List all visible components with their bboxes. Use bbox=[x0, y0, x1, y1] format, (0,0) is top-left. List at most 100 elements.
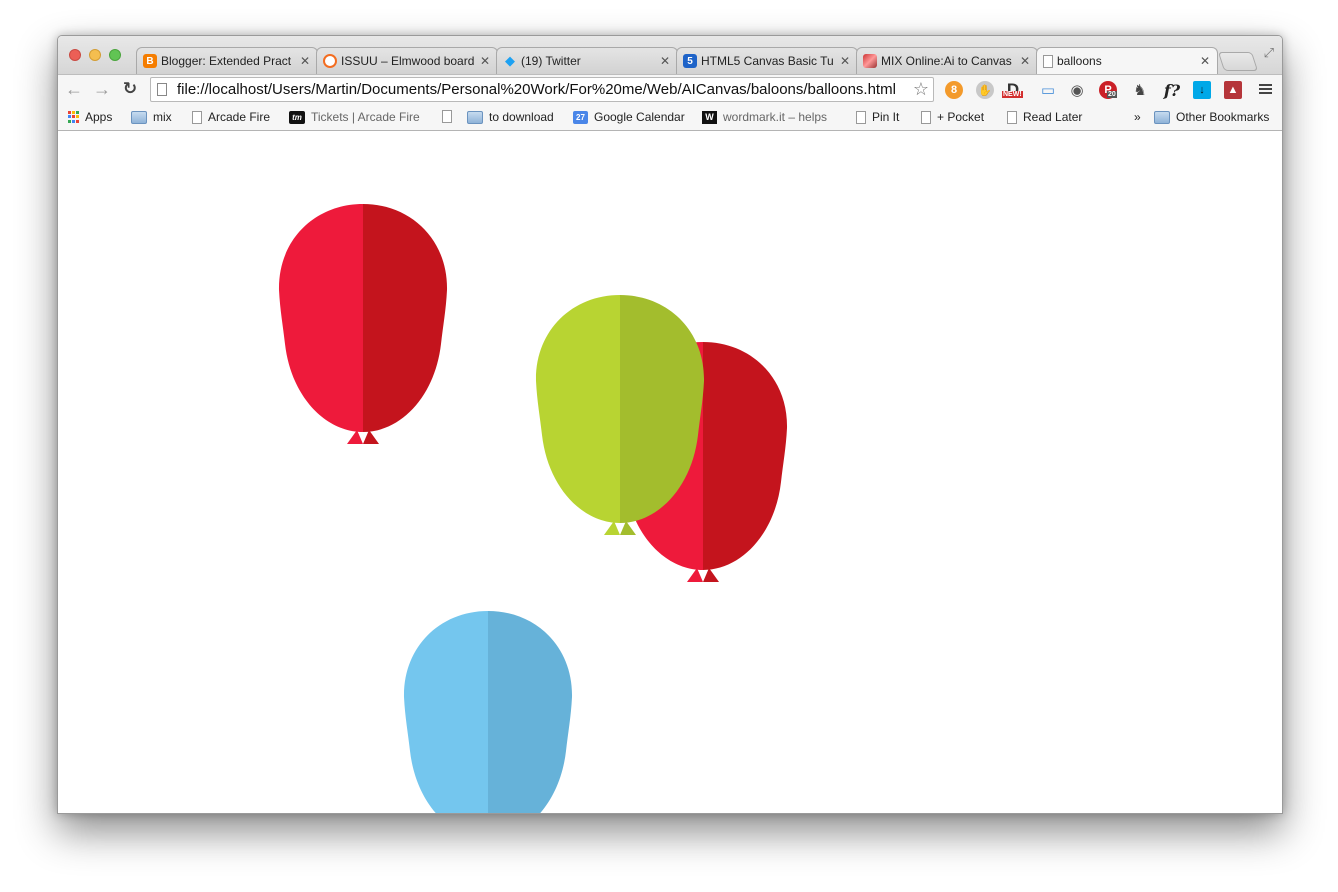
bookmark-pin-it[interactable]: Pin It bbox=[856, 110, 899, 124]
tab-twitter[interactable]: ◆ (19) Twitter ✕ bbox=[496, 47, 678, 74]
balloon-blue bbox=[403, 611, 573, 813]
balloon-knot-left bbox=[687, 568, 703, 582]
bookmark-label: + Pocket bbox=[937, 110, 985, 124]
issuu-icon bbox=[323, 54, 337, 68]
page-icon bbox=[856, 110, 866, 124]
bookmark-arcade-fire[interactable]: Arcade Fire bbox=[192, 110, 270, 124]
bookmark-folder-to-download[interactable]: to download bbox=[467, 110, 554, 124]
extension-pinterest-icon[interactable]: P 20 bbox=[1099, 81, 1117, 99]
browser-window: B Blogger: Extended Pract ✕ ISSUU – Elmw… bbox=[57, 35, 1283, 814]
extension-orange-icon[interactable]: 8 bbox=[945, 81, 963, 99]
bookmark-label: Google Calendar bbox=[594, 110, 685, 124]
menu-icon[interactable] bbox=[1259, 82, 1272, 96]
apps-grid-icon bbox=[67, 110, 79, 124]
window-controls bbox=[69, 49, 121, 61]
zoom-window-button[interactable] bbox=[109, 49, 121, 61]
balloon-knot-right bbox=[620, 521, 636, 535]
balloon-knot-left bbox=[604, 521, 620, 535]
balloon-knot-left bbox=[347, 430, 363, 444]
tab-title: balloons bbox=[1057, 54, 1102, 68]
new-badge: NEW! bbox=[1002, 91, 1023, 98]
bookmark-star-icon[interactable]: ☆ bbox=[913, 79, 929, 100]
tab-title: (19) Twitter bbox=[521, 54, 581, 68]
tab-title: Blogger: Extended Pract bbox=[161, 54, 292, 68]
twitter-icon: ◆ bbox=[505, 53, 515, 68]
bookmark-label: Arcade Fire bbox=[208, 110, 271, 124]
extension-download-icon[interactable]: ↓ bbox=[1193, 81, 1211, 99]
tab-title: ISSUU – Elmwood board bbox=[341, 54, 475, 68]
tab-strip: B Blogger: Extended Pract ✕ ISSUU – Elmw… bbox=[58, 36, 1282, 74]
tab-issuu[interactable]: ISSUU – Elmwood board ✕ bbox=[316, 47, 498, 74]
tab-balloons[interactable]: balloons ✕ bbox=[1036, 47, 1218, 74]
blogger-icon: B bbox=[143, 54, 157, 68]
page-icon bbox=[192, 110, 202, 124]
extension-d-new-icon[interactable]: D NEW! bbox=[1002, 80, 1023, 99]
page-canvas bbox=[58, 131, 1282, 813]
reload-button[interactable]: ↻ bbox=[120, 79, 140, 99]
bookmark-label: wordmark.it – helps bbox=[723, 110, 828, 124]
bookmark-untitled[interactable] bbox=[442, 110, 458, 123]
tab-title: HTML5 Canvas Basic Tu bbox=[701, 54, 834, 68]
close-tab-icon[interactable]: ✕ bbox=[659, 54, 671, 68]
extension-hand-icon[interactable]: ✋ bbox=[976, 81, 994, 99]
bookmark-label: Apps bbox=[85, 110, 113, 124]
balloon-knot-right bbox=[703, 568, 719, 582]
tab-title: MIX Online:Ai to Canvas bbox=[881, 54, 1012, 68]
folder-icon bbox=[467, 110, 483, 124]
bookmark-label: Tickets | Arcade Fire bbox=[311, 110, 420, 124]
bookmark-pocket[interactable]: + Pocket bbox=[921, 110, 984, 124]
page-icon bbox=[1043, 54, 1053, 68]
bookmark-folder-mix[interactable]: mix bbox=[131, 110, 172, 124]
close-tab-icon[interactable]: ✕ bbox=[299, 54, 311, 68]
extension-font-icon[interactable]: f? bbox=[1161, 81, 1183, 100]
page-icon bbox=[1007, 110, 1017, 124]
bookmark-read-later[interactable]: Read Later bbox=[1007, 110, 1082, 124]
bookmark-label: Pin It bbox=[872, 110, 900, 124]
tab-mix-online[interactable]: MIX Online:Ai to Canvas ✕ bbox=[856, 47, 1038, 74]
tab-html5-canvas[interactable]: 5 HTML5 Canvas Basic Tu ✕ bbox=[676, 47, 858, 74]
calendar-icon: 27 bbox=[573, 110, 588, 124]
new-tab-button[interactable] bbox=[1217, 52, 1259, 71]
bookmark-wordmark[interactable]: W wordmark.it – helps bbox=[702, 110, 835, 124]
page-icon bbox=[442, 110, 452, 123]
close-tab-icon[interactable]: ✕ bbox=[1199, 54, 1211, 68]
bookmark-label: mix bbox=[153, 110, 172, 124]
forward-button[interactable]: → bbox=[92, 79, 112, 99]
close-tab-icon[interactable]: ✕ bbox=[1019, 54, 1031, 68]
bookmark-label: Other Bookmarks bbox=[1176, 110, 1270, 124]
url-text[interactable]: file://localhost/Users/Martin/Documents/… bbox=[177, 81, 913, 98]
balloon-red-1 bbox=[278, 204, 448, 444]
folder-icon bbox=[1154, 110, 1170, 124]
mix-online-icon bbox=[863, 54, 877, 68]
reload-icon: ↻ bbox=[122, 79, 138, 98]
back-button[interactable]: ← bbox=[64, 79, 84, 99]
bookmarks-overflow-button[interactable]: » bbox=[1134, 110, 1141, 124]
html5-icon: 5 bbox=[683, 54, 697, 68]
close-tab-icon[interactable]: ✕ bbox=[839, 54, 851, 68]
close-window-button[interactable] bbox=[69, 49, 81, 61]
bookmark-label: to download bbox=[489, 110, 554, 124]
page-icon bbox=[921, 110, 931, 124]
ticketmaster-icon: tm bbox=[289, 110, 305, 124]
balloon-knot-right bbox=[363, 430, 379, 444]
bookmark-google-calendar[interactable]: 27 Google Calendar bbox=[573, 110, 685, 124]
pinterest-count-badge: 20 bbox=[1107, 91, 1117, 98]
extension-red-icon[interactable]: ▲ bbox=[1224, 81, 1242, 99]
bookmark-other-bookmarks[interactable]: Other Bookmarks bbox=[1154, 110, 1269, 124]
bookmark-apps[interactable]: Apps bbox=[67, 110, 112, 124]
fullscreen-icon[interactable]: ⤢ bbox=[1264, 45, 1274, 61]
balloons-canvas bbox=[278, 204, 788, 813]
bookmarks-bar: Apps mix Arcade Fire tm Tickets | Arcade… bbox=[58, 105, 1282, 131]
address-bar[interactable]: file://localhost/Users/Martin/Documents/… bbox=[150, 77, 934, 102]
bookmark-tickets-arcade-fire[interactable]: tm Tickets | Arcade Fire bbox=[289, 110, 423, 124]
toolbar: ← → ↻ file://localhost/Users/Martin/Docu… bbox=[58, 74, 1282, 105]
close-tab-icon[interactable]: ✕ bbox=[479, 54, 491, 68]
tab-blogger[interactable]: B Blogger: Extended Pract ✕ bbox=[136, 47, 318, 74]
page-icon bbox=[157, 83, 167, 96]
folder-icon bbox=[131, 110, 147, 124]
extension-evernote-icon[interactable]: ♞ bbox=[1131, 81, 1149, 99]
extension-camera-icon[interactable]: ◉ bbox=[1068, 81, 1086, 99]
wordmark-icon: W bbox=[702, 110, 717, 124]
minimize-window-button[interactable] bbox=[89, 49, 101, 61]
extension-screen-icon[interactable]: ▭ bbox=[1039, 81, 1057, 99]
